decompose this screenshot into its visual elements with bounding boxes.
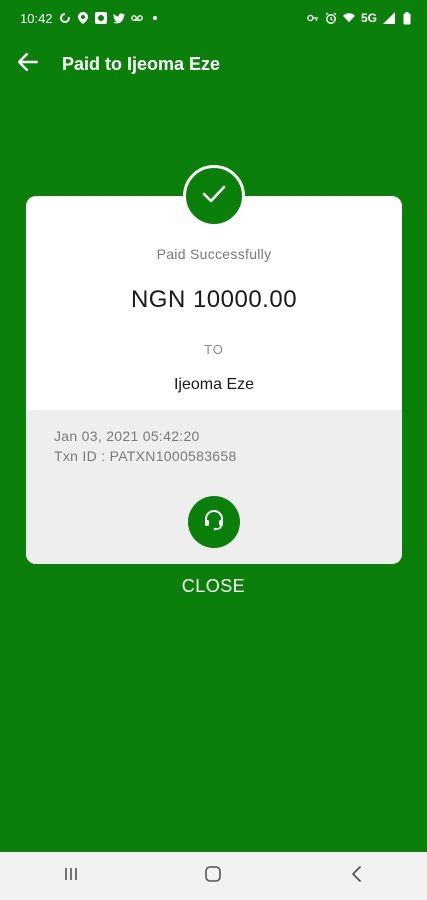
app-icon (94, 12, 107, 24)
receipt-summary: Paid Successfully NGN 10000.00 TO Ijeoma… (26, 196, 402, 410)
support-button[interactable] (188, 496, 240, 548)
twitter-icon (112, 12, 125, 24)
voicemail-icon (130, 12, 143, 24)
receipt-card: Paid Successfully NGN 10000.00 TO Ijeoma… (26, 196, 402, 564)
back-icon (350, 865, 362, 888)
arrow-left-icon (17, 52, 39, 76)
recents-button[interactable] (41, 856, 101, 896)
alarm-icon (325, 12, 337, 24)
home-icon (204, 865, 222, 888)
dot-icon (149, 12, 161, 24)
sync-icon (59, 12, 71, 24)
home-button[interactable] (183, 856, 243, 896)
to-label: TO (204, 342, 224, 357)
app-bar: Paid to Ijeoma Eze (0, 36, 427, 92)
recents-icon (63, 866, 79, 887)
network-type: 5G (360, 11, 377, 25)
status-time: 10:42 (20, 10, 53, 26)
wifi-icon (342, 12, 355, 24)
receipt-details: Jan 03, 2021 05:42:20 Txn ID : PATXN1000… (26, 410, 402, 564)
close-button[interactable]: CLOSE (0, 576, 427, 597)
back-button[interactable] (8, 44, 48, 84)
status-left: 10:42 (20, 11, 161, 26)
nav-back-button[interactable] (326, 856, 386, 896)
success-badge (183, 165, 245, 227)
payment-amount: NGN 10000.00 (130, 286, 298, 313)
transaction-id: Txn ID : PATXN1000583658 (54, 448, 237, 464)
page-title: Paid to Ijeoma Eze (62, 53, 221, 74)
payment-status-label: Paid Successfully (156, 246, 272, 262)
headset-icon (203, 509, 225, 536)
checkmark-icon (202, 185, 226, 208)
status-bar: 10:42 5G (0, 0, 427, 36)
vpn-key-icon (307, 12, 319, 24)
location-icon (77, 12, 89, 24)
payee-name: Ijeoma Eze (173, 376, 255, 393)
status-right: 5G (307, 11, 413, 25)
system-nav-bar (0, 852, 427, 900)
transaction-date: Jan 03, 2021 05:42:20 (54, 428, 200, 444)
signal-icon (383, 12, 395, 24)
battery-icon (401, 11, 413, 24)
